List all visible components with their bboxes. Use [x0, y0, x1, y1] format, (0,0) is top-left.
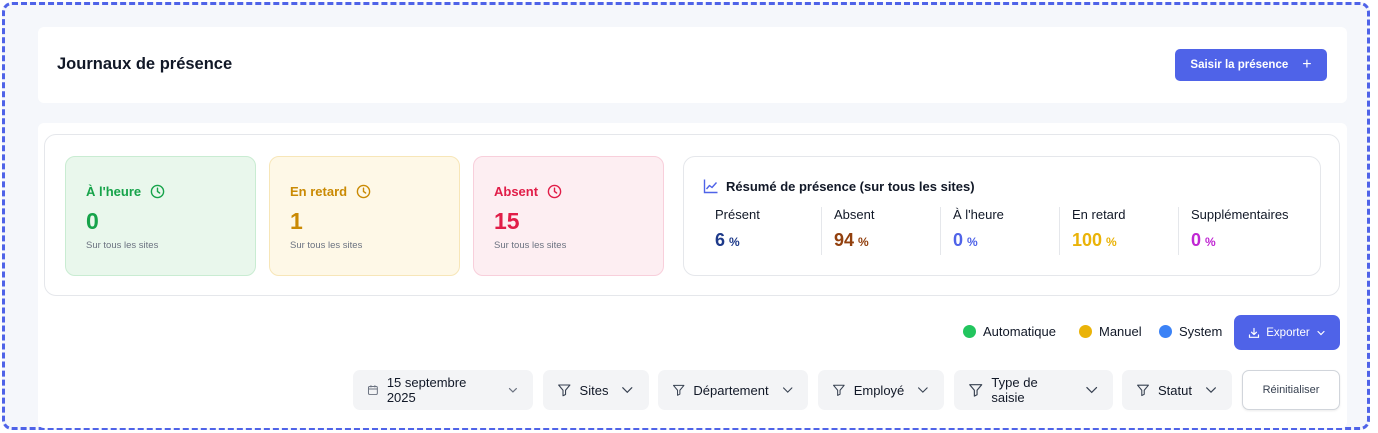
- entry-type-filter-label: Type de saisie: [991, 375, 1038, 405]
- legend-dot: [963, 325, 976, 338]
- employee-filter-label: Employé: [853, 382, 905, 398]
- legend-label: Automatique: [983, 324, 1056, 339]
- date-filter[interactable]: 15 septembre 2025: [353, 370, 533, 410]
- export-button[interactable]: Exporter: [1234, 315, 1340, 350]
- metric-unit: %: [729, 235, 740, 249]
- stat-subtitle: Sur tous les sites: [494, 240, 567, 251]
- department-filter-label: Département: [693, 382, 769, 398]
- metric-unit: %: [858, 235, 869, 249]
- chevron-down-icon: [918, 387, 928, 393]
- metric-value: 0%: [953, 230, 1004, 251]
- summary-metric-on-time: À l'heure 0%: [953, 207, 1004, 255]
- summary-metric-absent: Absent 94%: [834, 207, 874, 255]
- metric-number: 6: [715, 230, 726, 250]
- record-attendance-label: Saisir la présence: [1190, 59, 1289, 71]
- clock-icon: [547, 184, 562, 199]
- metric-unit: %: [1106, 235, 1117, 249]
- legend-dot: [1159, 325, 1172, 338]
- metric-number: 0: [953, 230, 964, 250]
- metric-divider: [821, 207, 822, 255]
- metric-unit: %: [1205, 235, 1216, 249]
- filter-icon: [1137, 384, 1149, 397]
- stat-label: À l'heure: [86, 184, 165, 199]
- sites-filter[interactable]: Sites: [543, 370, 649, 410]
- employee-filter[interactable]: Employé: [818, 370, 944, 410]
- summary-metric-overtime: Supplémentaires 0%: [1191, 207, 1289, 255]
- metric-divider: [1178, 207, 1179, 255]
- stat-label-text: En retard: [290, 184, 348, 199]
- page-frame: Journaux de présence Saisir la présence …: [2, 2, 1370, 430]
- filter-icon: [558, 384, 571, 397]
- entry-type-filter[interactable]: Type de saisie: [954, 370, 1113, 410]
- clock-icon: [356, 184, 371, 199]
- summary-title-text: Résumé de présence (sur tous les sites): [726, 178, 975, 194]
- chevron-down-icon: [1206, 387, 1216, 393]
- stat-value: 0: [86, 208, 99, 234]
- page-header: Journaux de présence Saisir la présence …: [38, 27, 1347, 103]
- download-icon: [1249, 327, 1260, 338]
- metric-label: En retard: [1072, 207, 1126, 222]
- chevron-down-icon: [509, 387, 518, 393]
- stat-label: En retard: [290, 184, 371, 199]
- chevron-down-icon: [1317, 330, 1325, 335]
- sites-filter-label: Sites: [579, 382, 609, 398]
- attendance-summary-card: Résumé de présence (sur tous les sites) …: [683, 156, 1321, 276]
- page-title: Journaux de présence: [57, 55, 233, 73]
- metric-unit: %: [967, 235, 978, 249]
- metric-number: 0: [1191, 230, 1202, 250]
- chevron-down-icon: [622, 387, 633, 394]
- metric-label: Absent: [834, 207, 875, 222]
- stat-card-late: En retard 1 Sur tous les sites: [269, 156, 460, 276]
- plus-icon: +: [1302, 56, 1312, 73]
- department-filter[interactable]: Département: [658, 370, 808, 410]
- filter-icon: [673, 384, 685, 396]
- stat-value: 1: [290, 208, 303, 234]
- metric-value: 0%: [1191, 230, 1289, 251]
- stat-card-absent: Absent 15 Sur tous les sites: [473, 156, 664, 276]
- date-filter-label: 15 septembre 2025: [386, 375, 467, 405]
- legend-dot: [1079, 325, 1092, 338]
- chevron-down-icon: [1085, 386, 1097, 394]
- legend-label: Manuel: [1099, 324, 1142, 339]
- stat-value: 15: [494, 208, 520, 234]
- filter-icon: [969, 384, 983, 397]
- reset-button[interactable]: Réinitialiser: [1242, 370, 1340, 410]
- clock-icon: [150, 184, 165, 199]
- filter-icon: [833, 384, 845, 396]
- status-filter-label: Statut: [1158, 382, 1192, 398]
- metric-label: Supplémentaires: [1191, 207, 1289, 222]
- stats-panel: À l'heure 0 Sur tous les sites En retard: [38, 123, 1347, 428]
- legend-item-automatic: Automatique: [963, 324, 1056, 339]
- metric-divider: [1059, 207, 1060, 255]
- stat-label: Absent: [494, 184, 562, 199]
- export-label: Exporter: [1266, 326, 1310, 339]
- stat-subtitle: Sur tous les sites: [86, 240, 159, 251]
- summary-metric-present: Présent 6%: [715, 207, 760, 255]
- line-chart-icon: [703, 179, 718, 194]
- metric-number: 94: [834, 230, 855, 250]
- stat-subtitle: Sur tous les sites: [290, 240, 363, 251]
- status-filter[interactable]: Statut: [1122, 370, 1232, 410]
- metric-label: Présent: [715, 207, 760, 222]
- metric-value: 94%: [834, 230, 874, 251]
- summary-title: Résumé de présence (sur tous les sites): [703, 178, 975, 194]
- stats-container: À l'heure 0 Sur tous les sites En retard: [44, 134, 1340, 296]
- stat-card-on-time: À l'heure 0 Sur tous les sites: [65, 156, 256, 276]
- metric-value: 100%: [1072, 230, 1125, 251]
- legend-item-manual: Manuel: [1079, 324, 1142, 339]
- legend-label: System: [1179, 324, 1223, 339]
- metric-divider: [940, 207, 941, 255]
- summary-metric-late: En retard 100%: [1072, 207, 1125, 255]
- legend-item-system: System: [1159, 324, 1222, 339]
- stat-label-text: Absent: [494, 184, 539, 199]
- metric-number: 100: [1072, 230, 1103, 250]
- metric-label: À l'heure: [953, 207, 1004, 222]
- calendar-icon: [367, 385, 378, 395]
- metric-value: 6%: [715, 230, 760, 251]
- record-attendance-button[interactable]: Saisir la présence +: [1175, 49, 1327, 81]
- stat-label-text: À l'heure: [86, 184, 142, 199]
- chevron-down-icon: [782, 387, 793, 393]
